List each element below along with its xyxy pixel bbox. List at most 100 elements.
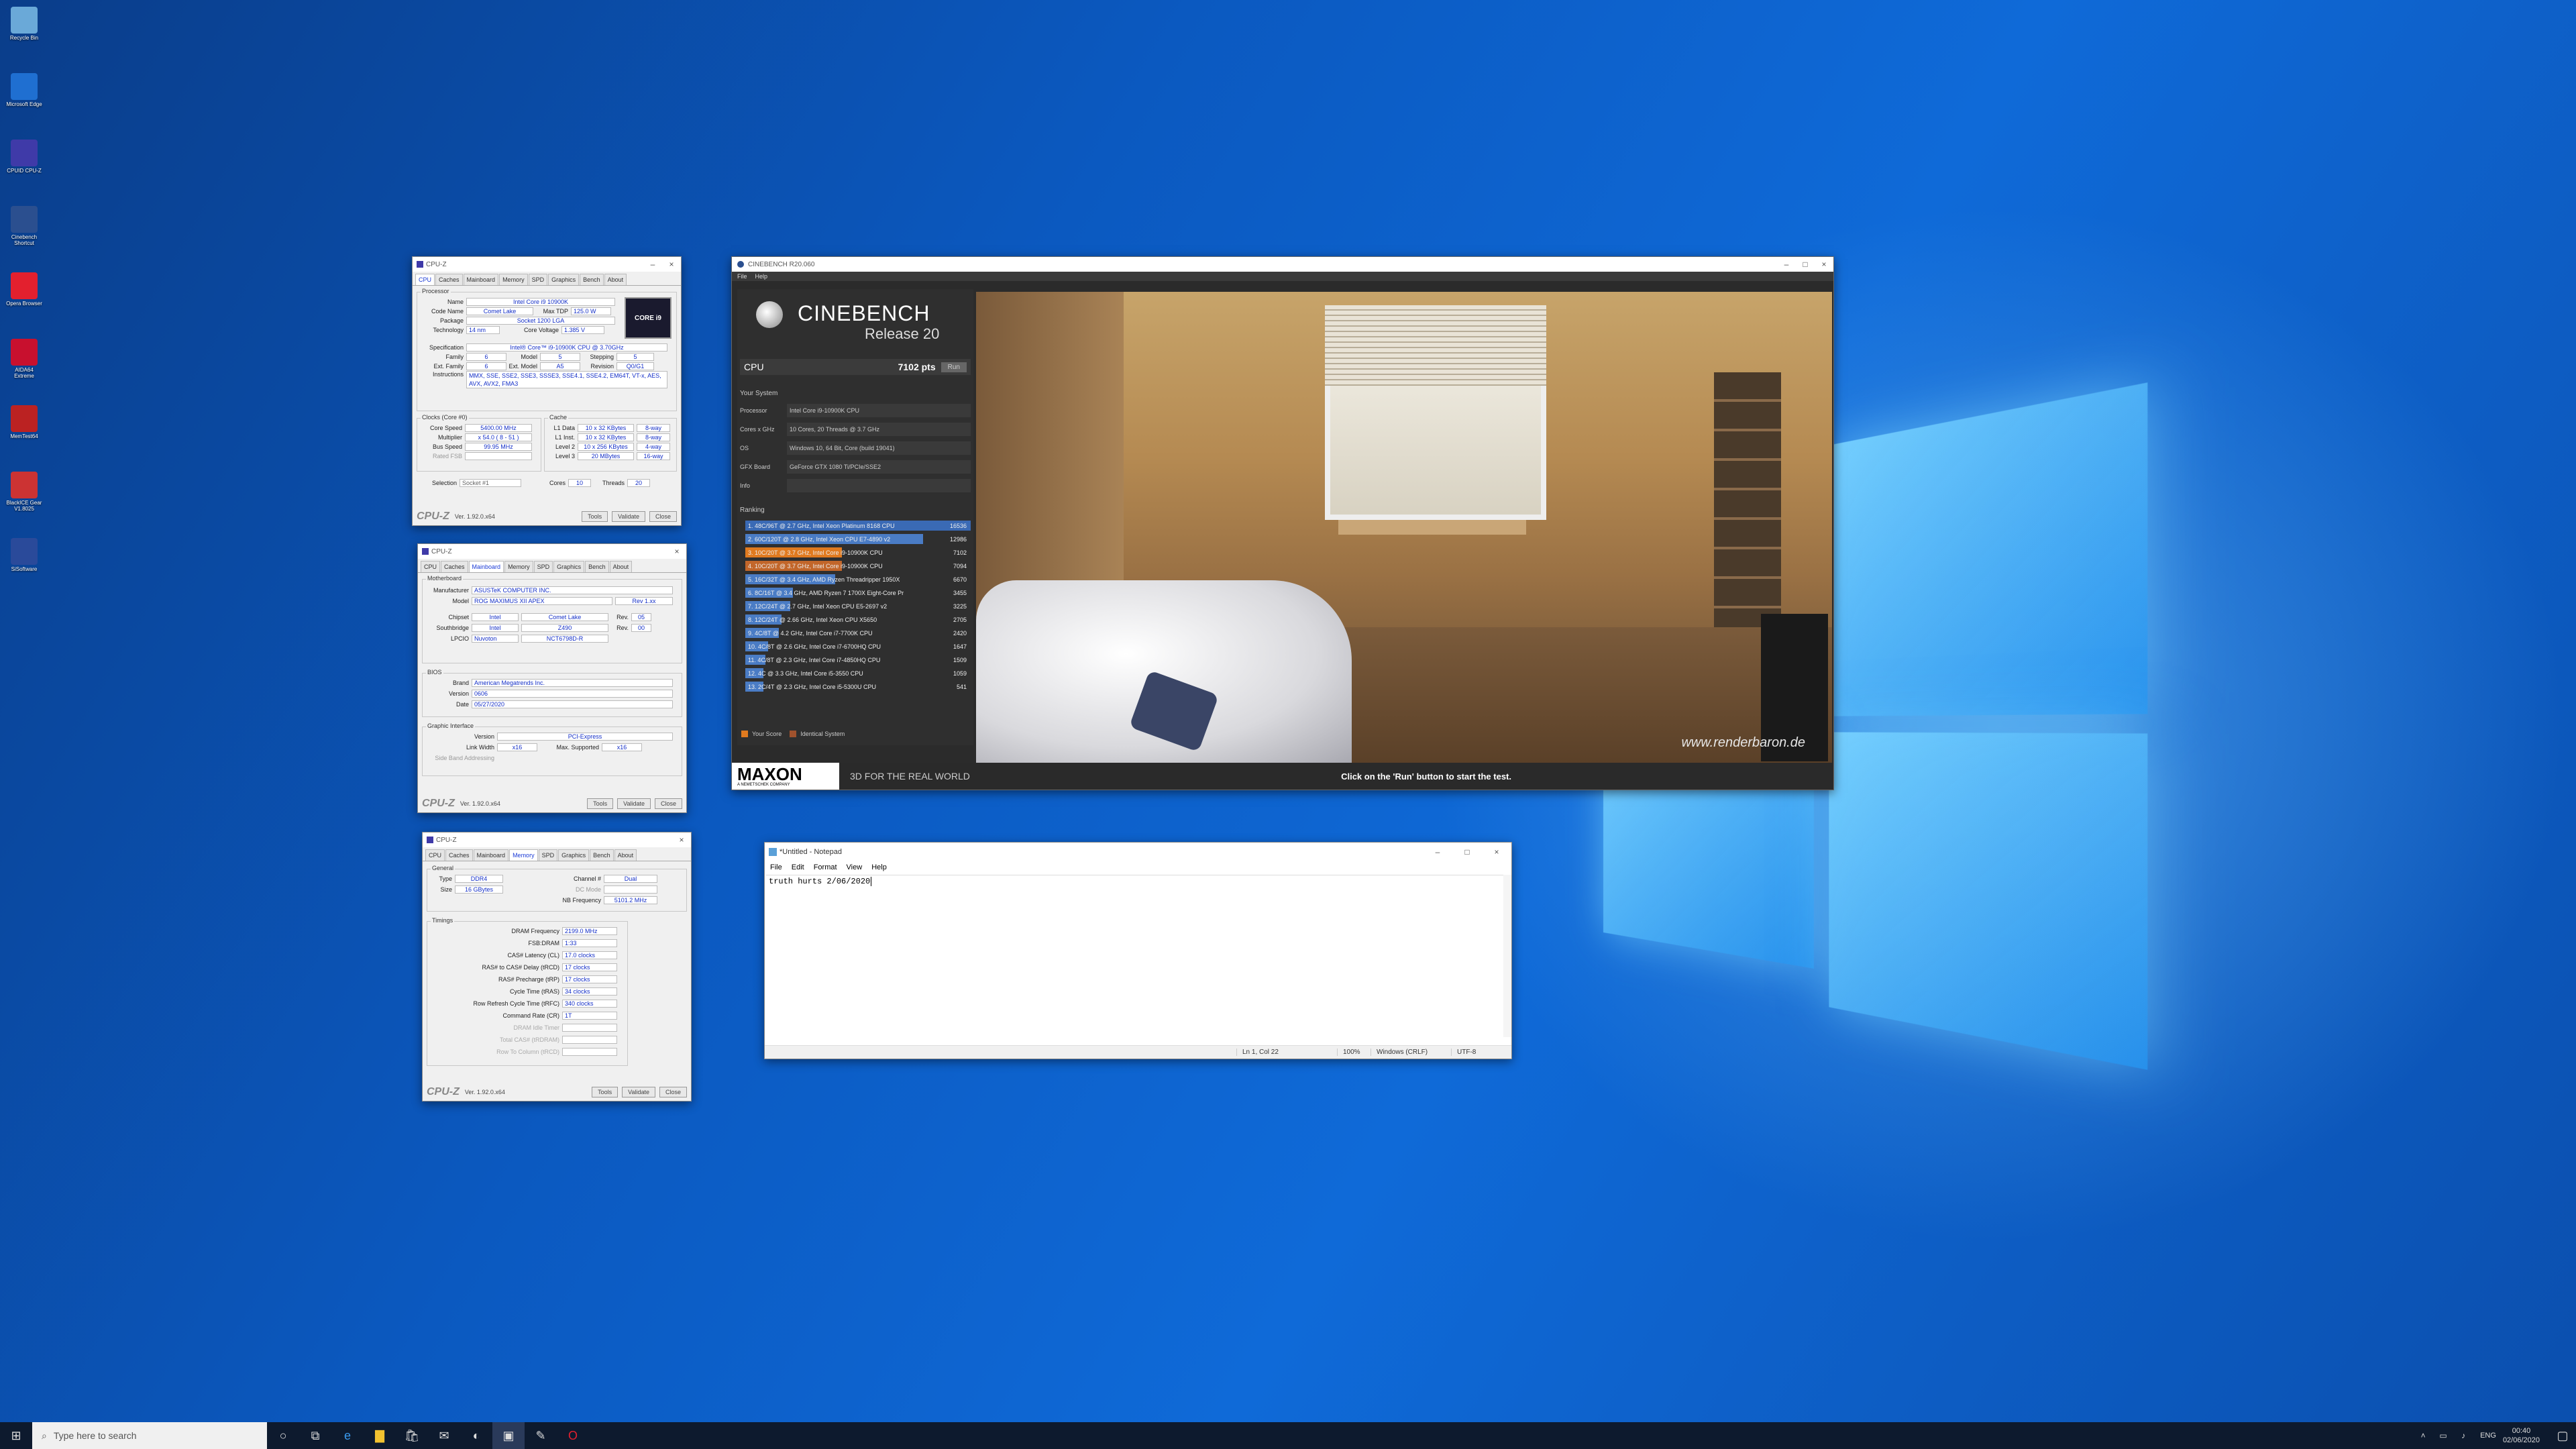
search-box[interactable]: ⌕ Type here to search <box>32 1422 267 1449</box>
close-button[interactable]: × <box>1815 260 1833 269</box>
tab-about[interactable]: About <box>614 849 637 861</box>
socket-select[interactable]: Socket #1 <box>460 478 521 487</box>
desktop-icon[interactable]: CPUID CPU-Z <box>5 140 43 174</box>
menu-view[interactable]: View <box>847 863 863 871</box>
menu-file[interactable]: File <box>770 863 782 871</box>
tab-cpu[interactable]: CPU <box>415 274 435 285</box>
desktop-icon[interactable]: Recycle Bin <box>5 7 43 41</box>
notepad-app-icon <box>769 848 777 856</box>
task-view-icon[interactable]: ⧉ <box>299 1422 331 1449</box>
menu-format[interactable]: Format <box>814 863 837 871</box>
notepad-window[interactable]: *Untitled - Notepad – □ × File Edit Format … <box>764 842 1512 1059</box>
title-bar[interactable]: CPU-Z – × <box>413 257 681 272</box>
tab-graphics[interactable]: Graphics <box>548 274 580 285</box>
cinebench-window[interactable]: CINEBENCH R20.060 – □ × File Help CINEBENCH … <box>731 256 1834 790</box>
desktop-icon[interactable]: Cinebench Shortcut <box>5 206 43 246</box>
desktop-icon[interactable]: SiSoftware <box>5 538 43 572</box>
network-icon[interactable]: ▭ <box>2433 1422 2453 1449</box>
language-indicator[interactable]: ENG <box>2480 1432 2496 1440</box>
tab-graphics[interactable]: Graphics <box>553 561 585 572</box>
tab-mainboard[interactable]: Mainboard <box>468 561 504 572</box>
cpuz-cpu-window[interactable]: CPU-Z – × CPU Caches Mainboard Memory SPD … <box>412 256 682 526</box>
l1d-value: 10 x 32 KBytes <box>578 423 634 432</box>
tab-caches[interactable]: Caches <box>435 274 463 285</box>
mail-icon[interactable]: ✉ <box>428 1422 460 1449</box>
tab-memory[interactable]: Memory <box>499 274 528 285</box>
edge-taskbar-icon[interactable]: e <box>331 1422 364 1449</box>
tab-memory[interactable]: Memory <box>504 561 533 572</box>
validate-button[interactable]: Validate <box>622 1087 655 1097</box>
file-explorer-icon[interactable]: ▇ <box>364 1422 396 1449</box>
cortana-icon[interactable]: ○ <box>267 1422 299 1449</box>
cpu-name-value: Intel Core i9 10900K <box>466 297 615 306</box>
close-button[interactable]: Close <box>659 1087 687 1097</box>
tab-caches[interactable]: Caches <box>445 849 473 861</box>
tools-button[interactable]: Tools <box>587 798 614 809</box>
tab-bench[interactable]: Bench <box>580 274 604 285</box>
results-panel: CINEBENCH Release 20 CPU 7102 pts Run You… <box>737 289 973 745</box>
tab-memory[interactable]: Memory <box>509 849 538 861</box>
close-button[interactable]: × <box>1482 847 1511 857</box>
maximize-button[interactable]: □ <box>1796 260 1815 269</box>
cpuz-memory-window[interactable]: CPU-Z × CPU Caches Mainboard Memory SPD G… <box>422 832 692 1102</box>
menu-help[interactable]: Help <box>755 273 768 280</box>
legend-your-score: Your Score <box>752 731 782 737</box>
title-bar[interactable]: *Untitled - Notepad – □ × <box>765 843 1511 861</box>
desktop-icon[interactable]: AIDA64 Extreme <box>5 339 43 379</box>
minimize-button[interactable]: – <box>1423 847 1452 857</box>
clock[interactable]: 00:40 02/06/2020 <box>2503 1426 2540 1445</box>
chevron-up-icon[interactable]: ˄ <box>2413 1422 2433 1449</box>
title-bar[interactable]: CINEBENCH R20.060 – □ × <box>732 257 1833 272</box>
menu-help[interactable]: Help <box>871 863 887 871</box>
threads-value: 20 <box>627 478 650 487</box>
validate-button[interactable]: Validate <box>617 798 651 809</box>
minimize-button[interactable]: – <box>1777 260 1796 269</box>
close-button[interactable]: Close <box>654 798 682 809</box>
run-button[interactable]: Run <box>941 362 967 372</box>
tab-mainboard[interactable]: Mainboard <box>463 274 499 285</box>
close-button[interactable]: × <box>667 547 686 556</box>
l2-value: 10 x 256 KBytes <box>578 442 634 451</box>
notepad-taskbar-icon[interactable]: ✎ <box>525 1422 557 1449</box>
desktop-icon[interactable]: Microsoft Edge <box>5 73 43 107</box>
title-bar[interactable]: CPU-Z × <box>418 544 686 559</box>
tab-graphics[interactable]: Graphics <box>558 849 590 861</box>
close-button[interactable]: × <box>662 260 681 269</box>
notification-icon[interactable]: ▢ <box>2549 1422 2576 1449</box>
desktop-icon[interactable]: MemTest64 <box>5 405 43 439</box>
opera-taskbar-icon[interactable]: O <box>557 1422 589 1449</box>
tab-spd[interactable]: SPD <box>538 849 558 861</box>
minimize-button[interactable]: – <box>643 260 662 269</box>
tab-cpu[interactable]: CPU <box>425 849 445 861</box>
volume-icon[interactable]: ♪ <box>2453 1422 2473 1449</box>
cinebench-taskbar-icon[interactable]: ◐ <box>460 1422 492 1449</box>
tab-cpu[interactable]: CPU <box>421 561 441 572</box>
tab-spd[interactable]: SPD <box>533 561 553 572</box>
tab-caches[interactable]: Caches <box>441 561 468 572</box>
tools-button[interactable]: Tools <box>592 1087 619 1097</box>
tab-bench[interactable]: Bench <box>590 849 614 861</box>
desktop-icon[interactable]: Opera Browser <box>5 272 43 307</box>
menu-edit[interactable]: Edit <box>792 863 804 871</box>
tools-button[interactable]: Tools <box>582 511 608 522</box>
desktop-icon[interactable]: BlackICE Gear V1.8025 <box>5 472 43 512</box>
tab-about[interactable]: About <box>604 274 627 285</box>
close-button[interactable]: Close <box>649 511 677 522</box>
cpuz-taskbar-icon[interactable]: ▣ <box>492 1422 525 1449</box>
text-area[interactable]: truth hurts 2/06/2020 <box>766 875 1503 1037</box>
tab-bench[interactable]: Bench <box>585 561 609 572</box>
start-button[interactable]: ⊞ <box>0 1422 32 1449</box>
validate-button[interactable]: Validate <box>612 511 645 522</box>
tab-spd[interactable]: SPD <box>528 274 548 285</box>
menu-file[interactable]: File <box>737 273 747 280</box>
tab-mainboard[interactable]: Mainboard <box>473 849 509 861</box>
status-text: Click on the 'Run' button to start the t… <box>1341 771 1511 782</box>
cpuz-app-icon <box>417 261 423 268</box>
store-icon[interactable]: 🛍 <box>396 1422 428 1449</box>
cpuz-mainboard-window[interactable]: CPU-Z × CPU Caches Mainboard Memory SPD G… <box>417 543 687 813</box>
vertical-scrollbar[interactable] <box>1503 875 1511 1037</box>
close-button[interactable]: × <box>672 835 691 845</box>
title-bar[interactable]: CPU-Z × <box>423 833 691 847</box>
maximize-button[interactable]: □ <box>1452 847 1482 857</box>
tab-about[interactable]: About <box>609 561 633 572</box>
